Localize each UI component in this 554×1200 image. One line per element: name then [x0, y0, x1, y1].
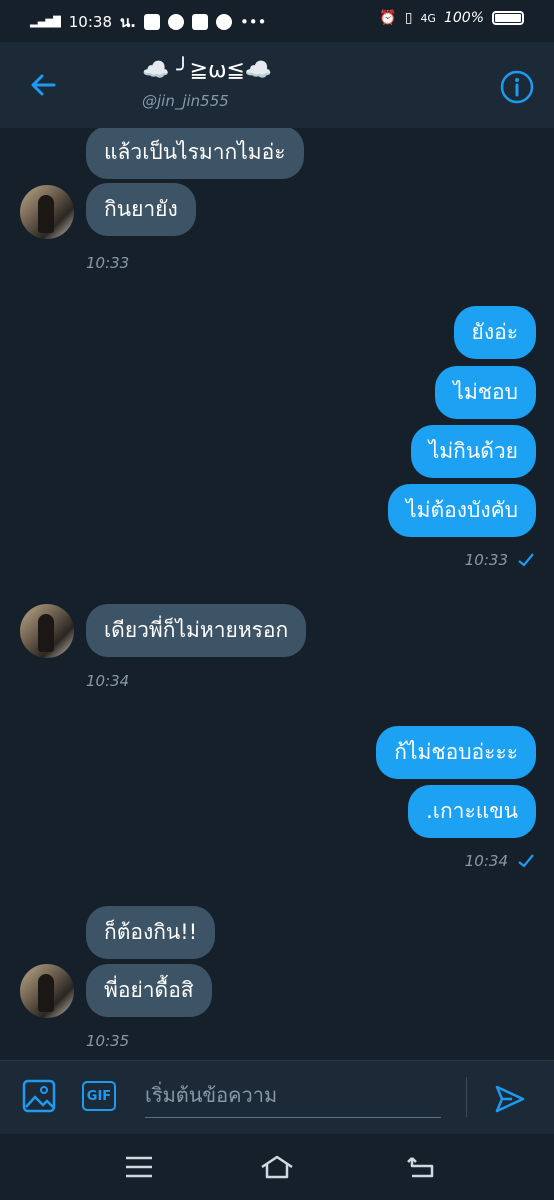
avatar[interactable] — [20, 964, 74, 1018]
message-timestamp: 10:33 — [86, 254, 130, 272]
composer-divider — [466, 1077, 467, 1117]
incoming-message[interactable]: เดียวพี่ก็ไม่หายหรอก — [86, 604, 307, 657]
incoming-message[interactable]: กินยายัง — [86, 183, 196, 236]
system-nav-bar — [0, 1134, 554, 1200]
status-bar: ▂▄▆█ 10:38 น. ••• ⏰ ▯ 4G 100% — [0, 0, 554, 42]
status-carrier: น. — [120, 13, 136, 31]
message-timestamp: 10:35 — [86, 1032, 130, 1050]
message-timestamp: 10:34 — [86, 672, 130, 690]
outgoing-message[interactable]: .เกาะแขน — [408, 785, 536, 838]
menu-icon[interactable] — [124, 1154, 154, 1180]
incoming-message[interactable]: ก็ต้องกิน!! — [86, 906, 216, 959]
battery-percent: 100% — [443, 10, 484, 26]
message-timestamp: 10:33 — [464, 551, 508, 569]
alarm-icon: ⏰ — [379, 10, 397, 26]
network-label: 4G — [420, 11, 436, 25]
outgoing-message[interactable]: ยังอ่ะ — [453, 306, 536, 359]
home-icon[interactable] — [259, 1154, 295, 1180]
message-input[interactable]: เริ่มต้นข้อความ — [145, 1077, 441, 1118]
outgoing-message[interactable]: ก้ไม่ชอบอ่ะะะ — [376, 726, 536, 779]
messenger-icon — [167, 14, 184, 30]
battery-icon — [492, 11, 524, 25]
incoming-message[interactable]: แล้วเป็นไรมากไมอ่ะ — [86, 128, 304, 179]
outgoing-message[interactable]: ไม่ต้องบังคับ — [388, 484, 536, 537]
conversation-title[interactable]: ☁️ ╯≧ω≦☁️ — [142, 58, 272, 83]
avatar[interactable] — [20, 185, 74, 239]
youtube-icon — [191, 14, 208, 30]
info-icon[interactable] — [500, 70, 534, 104]
send-icon[interactable] — [494, 1083, 526, 1115]
more-notifications-icon: ••• — [239, 13, 267, 31]
line-icon — [215, 14, 232, 30]
image-icon[interactable] — [22, 1079, 56, 1113]
conversation-handle: @jin_jin555 — [142, 92, 229, 110]
avatar[interactable] — [20, 604, 74, 658]
clipboard-icon — [143, 14, 160, 30]
outgoing-message[interactable]: ไม่กินด้วย — [410, 425, 536, 478]
back-arrow-icon[interactable] — [28, 70, 58, 100]
outgoing-message[interactable]: ไม่ชอบ — [435, 366, 536, 419]
back-nav-icon[interactable] — [406, 1154, 436, 1180]
read-check-icon — [518, 854, 534, 868]
message-list[interactable]: แล้วเป็นไรมากไมอ่ะ กินยายัง 10:33 ยังอ่ะ… — [0, 128, 554, 1060]
gif-button[interactable]: GIF — [82, 1081, 116, 1111]
incoming-message[interactable]: พี่อย่าดื้อสิ — [86, 964, 212, 1017]
message-composer: GIF เริ่มต้นข้อความ — [0, 1060, 554, 1135]
signal-icon: ▂▄▆█ — [30, 16, 61, 28]
status-time: 10:38 — [68, 13, 112, 31]
conversation-header: ☁️ ╯≧ω≦☁️ @jin_jin555 — [0, 42, 554, 128]
vibrate-icon: ▯ — [404, 10, 413, 26]
read-check-icon — [518, 553, 534, 567]
message-timestamp: 10:34 — [464, 852, 508, 870]
